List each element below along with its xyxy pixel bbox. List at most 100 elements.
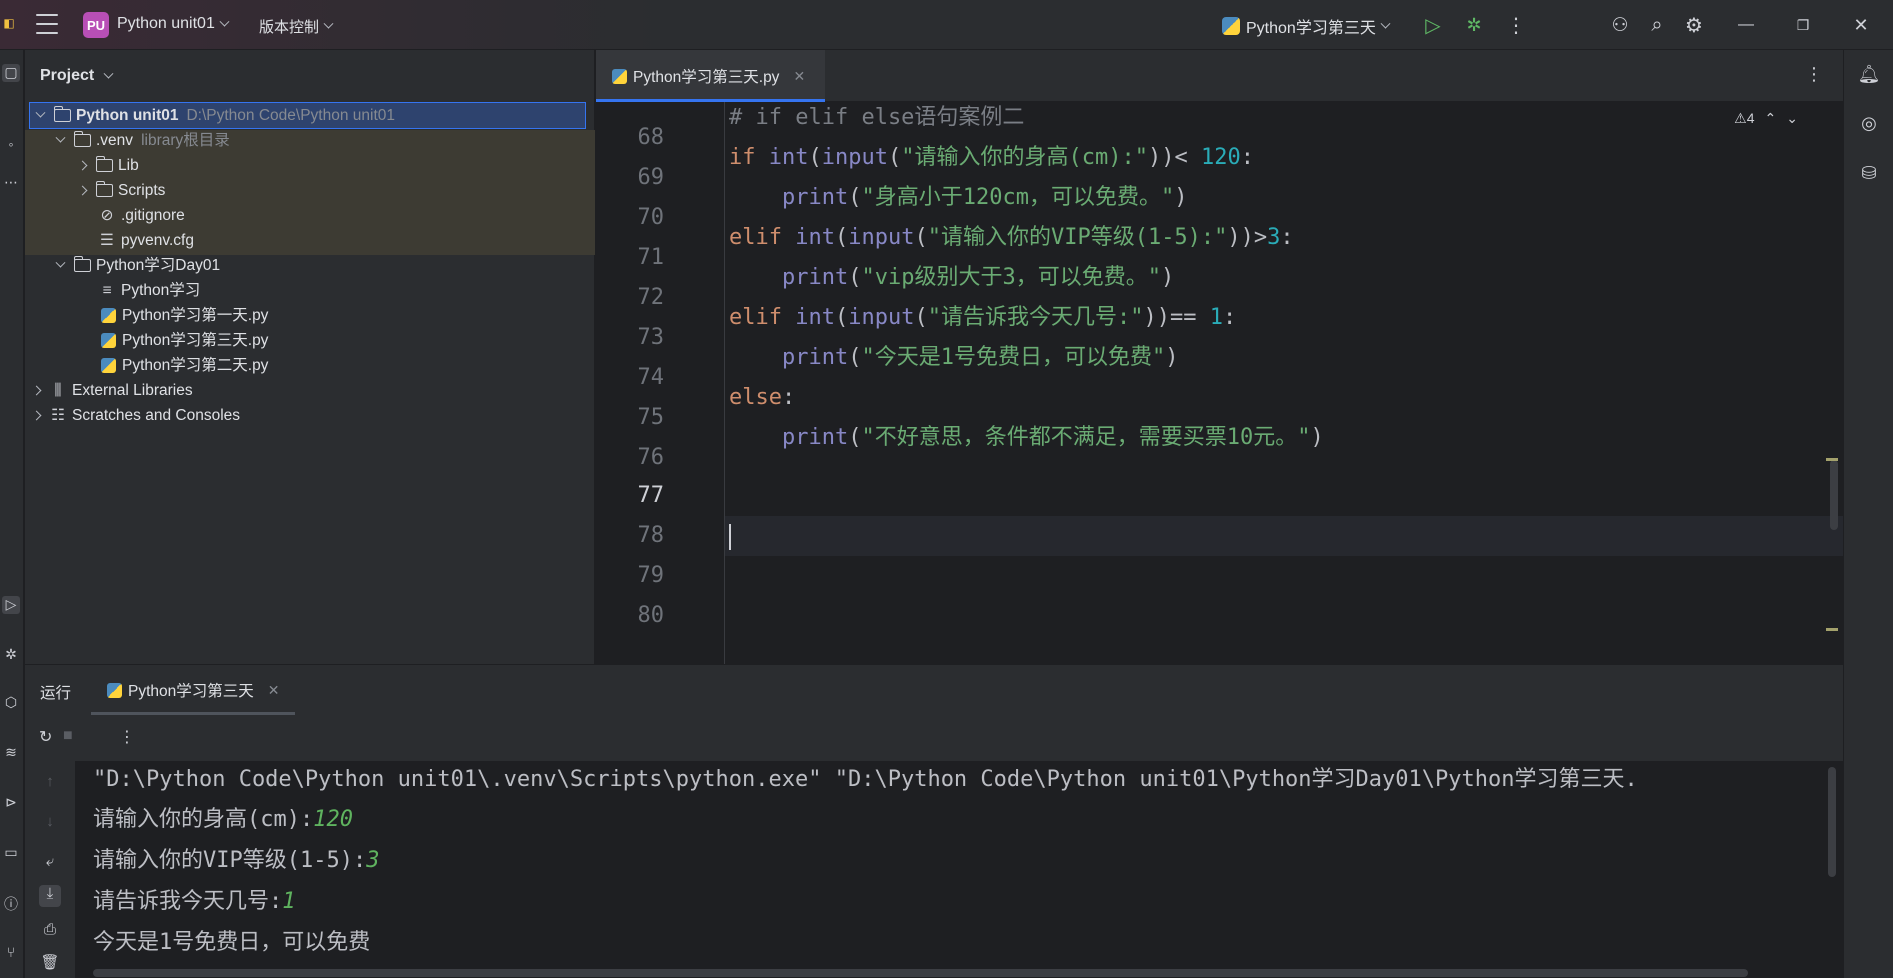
run-panel-title: 运行 [40, 685, 72, 702]
console-vertical-scrollbar[interactable] [1828, 767, 1836, 877]
tree-item-day3-py[interactable]: Python学习第三天.py [101, 328, 268, 353]
add-user-icon[interactable]: ⚇ [1607, 12, 1633, 38]
more-actions-icon[interactable]: ⋮ [1503, 12, 1529, 38]
console-output-line: 今天是1号免费日，可以免费 [93, 930, 371, 955]
console-command-line: "D:\Python Code\Python unit01\.venv\Scri… [93, 767, 1638, 792]
scroll-to-end-icon[interactable]: ⤓ [39, 885, 61, 907]
scroll-marker [1826, 458, 1838, 461]
layers-icon[interactable]: ≋ [2, 744, 20, 762]
rerun-icon[interactable]: ↻ [39, 727, 52, 747]
print-icon[interactable]: ⎙ [39, 921, 61, 943]
run-tool-icon[interactable]: ▷ [2, 596, 20, 614]
console-side-toolbar: ↑ ↓ ⤶ ⤓ ⎙ 🗑︎ [25, 761, 75, 978]
code-line: # if elif else语句案例二 [729, 105, 1025, 130]
commit-tool-icon[interactable]: ◦ [2, 136, 20, 154]
line-number: 79 [637, 563, 665, 588]
code-line: elif int(input("请告诉我今天几号:"))== 1: [729, 305, 1237, 330]
chevron-down-icon [1380, 18, 1391, 29]
settings-gear-icon[interactable]: ⚙ [1681, 12, 1707, 38]
previous-highlight-icon[interactable]: ⌃ [1765, 110, 1777, 127]
line-number: 75 [637, 405, 665, 430]
tree-item-python-day01[interactable]: Python学习Day01 [55, 253, 220, 278]
run-panel: 运行 Python学习第三天 ✕ ↻ ■ ⋮ ↑ ↓ ⤶ ⤓ ⎙ 🗑︎ "D:\… [25, 664, 1843, 978]
terminal-icon[interactable]: ▭ [2, 844, 20, 862]
tree-item-python-study[interactable]: ≡ Python学习 [99, 278, 200, 303]
config-file-icon: ☰ [100, 232, 114, 249]
tree-item-python-unit01[interactable]: Python unit01 D:\Python Code\Python unit… [29, 102, 586, 129]
next-highlight-icon[interactable]: ⌄ [1786, 110, 1798, 127]
vcs-menu[interactable]: 版本控制 [259, 16, 334, 37]
inspection-widget[interactable]: ⚠4 ⌃ ⌄ [1734, 110, 1798, 127]
code-line: else: [729, 385, 796, 410]
tab-options-icon[interactable]: ⋮ [1805, 64, 1823, 85]
notifications-bell-icon[interactable]: 🔔︎ [1857, 64, 1881, 88]
more-tools-icon[interactable]: ⋯ [2, 174, 20, 192]
code-line: print("今天是1号免费日，可以免费") [781, 345, 1179, 370]
tab-python-day3[interactable]: Python学习第三天.py ✕ [596, 50, 825, 102]
chevron-right-icon[interactable] [77, 185, 88, 196]
console-line: 请告诉我今天几号:1 [93, 889, 296, 914]
chevron-right-icon[interactable] [31, 410, 42, 421]
tree-item-pyvenv-cfg[interactable]: ☰ pyvenv.cfg [99, 228, 194, 253]
close-run-tab-icon[interactable]: ✕ [268, 682, 280, 699]
chevron-down-icon[interactable] [55, 132, 66, 143]
chevron-down-icon[interactable] [35, 107, 46, 118]
code-line: print("不好意思，条件都不满足，需要买票10元。") [781, 425, 1324, 450]
minimize-icon[interactable]: — [1733, 12, 1759, 38]
project-badge[interactable]: PU [83, 12, 109, 38]
main-menu-icon[interactable] [36, 14, 58, 34]
tree-item-day2-py[interactable]: Python学习第二天.py [101, 353, 268, 378]
chevron-right-icon[interactable] [77, 160, 88, 171]
tree-item-external-libraries[interactable]: ⫼ External Libraries [31, 378, 193, 403]
ai-assistant-icon[interactable]: ◎ [1857, 113, 1881, 137]
arrow-down-icon[interactable]: ↓ [39, 813, 61, 835]
trash-icon[interactable]: 🗑︎ [39, 953, 61, 975]
line-number: 73 [637, 325, 665, 350]
chevron-down-icon [323, 18, 334, 29]
tree-item-day1-py[interactable]: Python学习第一天.py [101, 303, 268, 328]
database-icon[interactable]: ⛁ [1857, 163, 1881, 187]
code-editor[interactable]: 67 68 69 70 71 72 73 74 75 76 77 78 79 8… [596, 102, 1843, 664]
warning-count: 4 [1746, 110, 1755, 126]
tab-label: Python学习第三天.py [633, 69, 780, 86]
console-horizontal-scrollbar[interactable] [93, 969, 1748, 977]
chevron-down-icon [219, 16, 230, 27]
line-number: 78 [637, 523, 665, 548]
run-config-selector[interactable]: Python学习第三天 [1222, 14, 1391, 38]
run-icon[interactable]: ▷ [1420, 12, 1446, 38]
python-file-icon [101, 308, 116, 323]
python-packages-icon[interactable]: ⬡ [2, 694, 20, 712]
tree-item-gitignore[interactable]: ⊘ .gitignore [99, 203, 185, 228]
tree-item-venv[interactable]: .venv library根目录 [55, 128, 230, 153]
run-tab-label: Python学习第三天 [128, 683, 254, 700]
editor-tab-bar: Python学习第三天.py ✕ ⋮ [596, 50, 1843, 102]
debug-tool-icon[interactable]: ✲ [2, 646, 20, 664]
project-switcher[interactable]: Python unit01 [117, 15, 230, 33]
problems-icon[interactable]: ⓘ [2, 894, 20, 912]
arrow-up-icon[interactable]: ↑ [39, 773, 61, 795]
run-tab[interactable]: Python学习第三天 ✕ [91, 665, 291, 715]
tree-item-scratches[interactable]: ☷ Scratches and Consoles [31, 403, 240, 428]
search-icon[interactable]: ⌕ [1644, 12, 1670, 38]
editor-scrollbar[interactable] [1830, 460, 1838, 530]
folder-icon [95, 181, 113, 197]
title-bar: ◧ PU Python unit01 版本控制 Python学习第三天 ▷ ✲ … [0, 0, 1893, 50]
debug-icon[interactable]: ✲ [1461, 12, 1487, 38]
console-output[interactable]: "D:\Python Code\Python unit01\.venv\Scri… [75, 761, 1843, 978]
chevron-right-icon[interactable] [31, 385, 42, 396]
project-tool-icon[interactable]: ▢ [2, 64, 20, 82]
close-window-icon[interactable]: ✕ [1848, 12, 1874, 38]
tree-item-lib[interactable]: Lib [77, 153, 139, 178]
restore-icon[interactable]: ❐ [1790, 12, 1816, 38]
close-tab-icon[interactable]: ✕ [793, 68, 805, 85]
services-icon[interactable]: ⊳ [2, 794, 20, 812]
line-number: 68 [637, 125, 665, 150]
chevron-down-icon[interactable] [55, 257, 66, 268]
more-options-icon[interactable]: ⋮ [119, 727, 135, 747]
tree-item-scripts[interactable]: Scripts [77, 178, 165, 203]
project-panel-header[interactable]: Project [40, 67, 114, 85]
git-icon[interactable]: ⑂ [2, 944, 20, 962]
python-file-icon [101, 358, 116, 373]
soft-wrap-icon[interactable]: ⤶ [39, 853, 61, 875]
stop-icon[interactable]: ■ [63, 727, 73, 745]
